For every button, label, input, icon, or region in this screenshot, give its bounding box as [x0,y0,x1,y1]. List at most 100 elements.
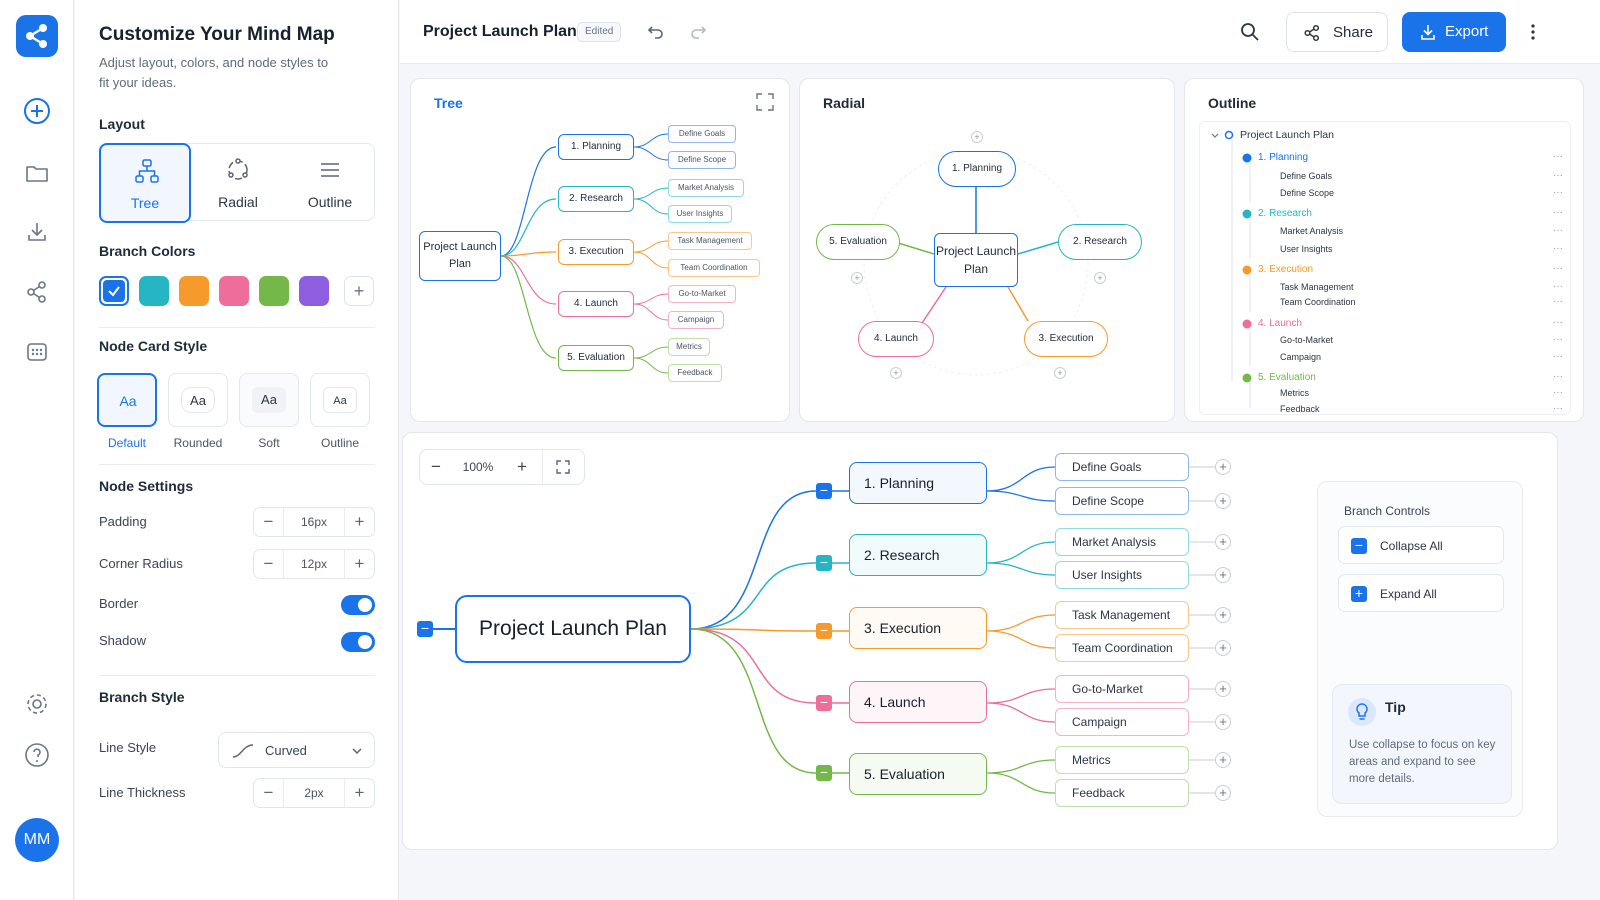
collapse-branch-button[interactable]: − [816,555,832,571]
shadow-toggle[interactable] [341,632,375,652]
leaf-node[interactable]: User Insights [1055,561,1189,589]
tree-leaf-node[interactable]: Define Goals [668,125,736,143]
add-color-button[interactable]: + [344,276,374,306]
add-icon[interactable] [22,96,52,126]
leaf-node[interactable]: Define Scope [1055,487,1189,515]
add-node-button[interactable]: + [851,272,863,284]
redo-icon[interactable] [688,22,708,42]
leaf-node[interactable]: Team Coordination [1055,634,1189,662]
tree-leaf-node[interactable]: Feedback [668,364,722,382]
collapse-root-button[interactable]: − [417,621,433,637]
more-icon[interactable]: ··· [1553,334,1563,345]
templates-icon[interactable] [22,337,52,367]
leaf-node[interactable]: Campaign [1055,708,1189,736]
layout-option-tree[interactable]: Tree [99,143,191,223]
outline-preview-card[interactable]: Outline Project Launch Plan 1. Planning … [1184,78,1584,422]
add-child-button[interactable]: + [1215,534,1231,550]
radial-branch-node[interactable]: 4. Launch [858,321,934,357]
color-swatch-orange[interactable] [179,276,209,306]
add-child-button[interactable]: + [1215,681,1231,697]
add-child-button[interactable]: + [1215,493,1231,509]
more-vertical-icon[interactable] [1526,22,1540,42]
branch-node[interactable]: 1. Planning [849,462,987,504]
decrement-button[interactable]: − [254,779,284,807]
line-thickness-value[interactable]: 2px [284,779,344,807]
increment-button[interactable]: + [344,779,374,807]
more-icon[interactable]: ··· [1553,371,1563,382]
root-node[interactable]: Project Launch Plan [455,595,691,663]
help-icon[interactable] [22,740,52,770]
more-icon[interactable]: ··· [1553,351,1563,362]
download-icon[interactable] [22,217,52,247]
more-icon[interactable]: ··· [1553,207,1563,218]
line-style-select[interactable]: Curved [218,732,375,768]
increment-button[interactable]: + [344,550,374,578]
export-button[interactable]: Export [1402,12,1506,52]
tree-branch-node[interactable]: 4. Launch [558,291,634,317]
collapse-branch-button[interactable]: − [816,623,832,639]
more-icon[interactable]: ··· [1553,387,1563,398]
outline-leaf-item[interactable]: User Insights [1280,244,1333,254]
add-child-button[interactable]: + [1215,640,1231,656]
outline-branch-item[interactable]: 4. Launch [1258,318,1302,329]
radial-branch-node[interactable]: 1. Planning [938,151,1016,187]
branch-node[interactable]: 3. Execution [849,607,987,649]
outline-leaf-item[interactable]: Metrics [1280,388,1309,398]
leaf-node[interactable]: Go-to-Market [1055,675,1189,703]
document-title[interactable]: Project Launch Plan [423,23,577,41]
user-avatar[interactable]: MM [15,818,59,862]
tree-branch-node[interactable]: 2. Research [558,186,634,212]
collapse-all-button[interactable]: − Collapse All [1338,526,1504,564]
tree-branch-node[interactable]: 3. Execution [558,239,634,265]
tree-leaf-node[interactable]: User Insights [668,205,732,223]
outline-root-item[interactable]: Project Launch Plan [1240,129,1334,141]
tree-branch-node[interactable]: 5. Evaluation [558,345,634,371]
more-icon[interactable]: ··· [1553,151,1563,162]
add-node-button[interactable]: + [1054,367,1066,379]
add-child-button[interactable]: + [1215,567,1231,583]
border-toggle[interactable] [341,595,375,615]
outline-branch-item[interactable]: 3. Execution [1258,264,1313,275]
node-style-soft[interactable]: Aa [239,373,299,427]
color-swatch-purple[interactable] [299,276,329,306]
radial-branch-node[interactable]: 2. Research [1058,224,1142,260]
tree-leaf-node[interactable]: Team Coordination [668,259,760,277]
leaf-node[interactable]: Market Analysis [1055,528,1189,556]
add-child-button[interactable]: + [1215,459,1231,475]
color-swatch-pink[interactable] [219,276,249,306]
leaf-node[interactable]: Task Management [1055,601,1189,629]
more-icon[interactable]: ··· [1553,187,1563,198]
increment-button[interactable]: + [344,508,374,536]
tree-leaf-node[interactable]: Campaign [668,311,724,329]
corner-radius-value[interactable]: 12px [284,550,344,578]
layout-option-radial[interactable]: Radial [192,144,284,222]
folder-icon[interactable] [22,158,52,188]
outline-branch-item[interactable]: 1. Planning [1258,152,1308,163]
add-child-button[interactable]: + [1215,607,1231,623]
mind-map-canvas[interactable]: − 100% + − Project Launch Plan − − − − −… [402,432,1558,850]
more-icon[interactable]: ··· [1553,243,1563,254]
collapse-branch-button[interactable]: − [816,483,832,499]
outline-leaf-item[interactable]: Team Coordination [1280,297,1356,307]
add-child-button[interactable]: + [1215,785,1231,801]
search-icon[interactable] [1240,22,1260,42]
node-style-default[interactable]: Aa [97,373,157,427]
undo-icon[interactable] [646,22,666,42]
color-swatch-blue[interactable] [99,276,129,306]
branch-node[interactable]: 2. Research [849,534,987,576]
tree-leaf-node[interactable]: Define Scope [668,151,736,169]
more-icon[interactable]: ··· [1553,296,1563,307]
branch-node[interactable]: 4. Launch [849,681,987,723]
tree-leaf-node[interactable]: Metrics [668,338,710,356]
node-style-outline[interactable]: Aa [310,373,370,427]
add-node-button[interactable]: + [971,131,983,143]
share-icon[interactable] [22,277,52,307]
radial-branch-node[interactable]: 5. Evaluation [816,224,900,260]
decrement-button[interactable]: − [254,508,284,536]
outline-leaf-item[interactable]: Define Goals [1280,171,1332,181]
outline-leaf-item[interactable]: Feedback [1280,404,1320,414]
tree-root-node[interactable]: Project Launch Plan [419,231,501,281]
leaf-node[interactable]: Metrics [1055,746,1189,774]
outline-branch-item[interactable]: 2. Research [1258,208,1312,219]
tree-branch-node[interactable]: 1. Planning [558,134,634,160]
